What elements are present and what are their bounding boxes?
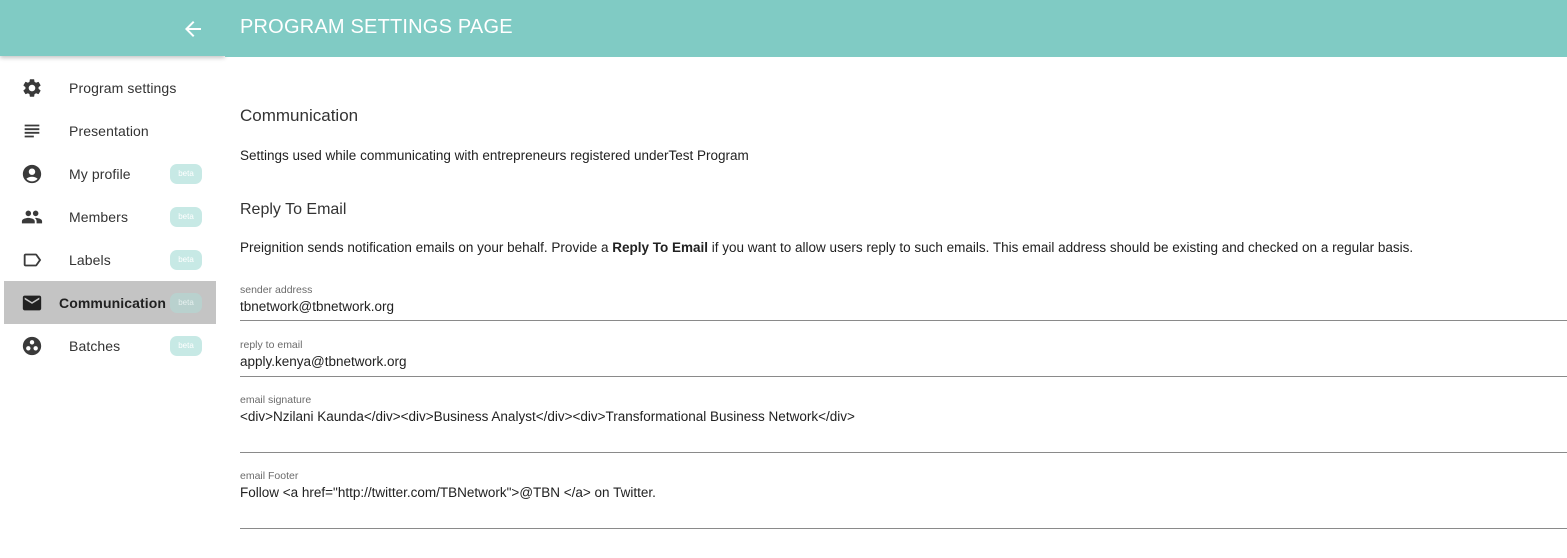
sidebar-item-my-profile[interactable]: My profile beta (0, 152, 225, 195)
sidebar-item-presentation[interactable]: Presentation (0, 109, 225, 152)
reply-to-email-input[interactable]: apply.kenya@tbnetwork.org (240, 354, 1567, 369)
field-label: email Footer (240, 470, 299, 482)
sidebar-item-communication[interactable]: Communication beta (4, 281, 216, 324)
sidebar-item-label: Labels (69, 251, 111, 268)
label-icon (20, 248, 44, 272)
section-description: Settings used while communicating with e… (240, 148, 749, 163)
email-footer-field[interactable]: email Footer Follow <a href="http://twit… (240, 470, 1567, 529)
top-app-bar: PROGRAM SETTINGS PAGE (225, 0, 1567, 57)
gear-icon (20, 76, 44, 100)
sidebar-nav: Program settings Presentation My profile… (0, 66, 225, 367)
beta-badge: beta (170, 250, 202, 270)
back-button[interactable] (181, 17, 205, 41)
field-label: reply to email (240, 339, 303, 351)
beta-badge: beta (170, 293, 202, 313)
sidebar-item-labels[interactable]: Labels beta (0, 238, 225, 281)
reply-to-email-field[interactable]: reply to email apply.kenya@tbnetwork.org (240, 339, 1567, 377)
lines-icon (20, 119, 44, 143)
sidebar-item-label: Presentation (69, 122, 149, 139)
sidebar: Program settings Presentation My profile… (0, 0, 225, 558)
sidebar-item-members[interactable]: Members beta (0, 195, 225, 238)
mail-icon (20, 291, 44, 315)
sender-address-input[interactable]: tbnetwork@tbnetwork.org (240, 299, 1567, 314)
sidebar-item-batches[interactable]: Batches beta (0, 324, 225, 367)
sidebar-item-label: Batches (69, 337, 121, 354)
sidebar-item-program-settings[interactable]: Program settings (0, 66, 225, 109)
sender-address-field[interactable]: sender address tbnetwork@tbnetwork.org (240, 284, 1567, 321)
sidebar-item-label: Members (69, 208, 129, 225)
email-signature-field[interactable]: email signature <div>Nzilani Kaunda</div… (240, 394, 1567, 453)
reply-to-email-description: Preignition sends notification emails on… (240, 240, 1413, 255)
reply-desc-bold: Reply To Email (612, 240, 708, 255)
reply-desc-text: Preignition sends notification emails on… (240, 240, 613, 255)
sidebar-item-label: Communication (59, 294, 167, 311)
beta-badge: beta (170, 336, 202, 356)
page-title: PROGRAM SETTINGS PAGE (240, 16, 513, 38)
reply-to-email-title: Reply To Email (240, 201, 347, 218)
account-circle-icon (20, 162, 44, 186)
reply-desc-text: if you want to allow users reply to such… (708, 240, 1414, 255)
beta-badge: beta (170, 164, 202, 184)
field-label: email signature (240, 394, 312, 406)
section-title: Communication (240, 106, 359, 125)
workspaces-icon (20, 334, 44, 358)
sidebar-header (0, 0, 225, 56)
arrow-back-icon (185, 21, 201, 37)
sidebar-item-label: Program settings (69, 79, 177, 96)
email-footer-textarea[interactable]: Follow <a href="http://twitter.com/TBNet… (240, 485, 1567, 500)
email-signature-textarea[interactable]: <div>Nzilani Kaunda</div><div>Business A… (240, 409, 1567, 424)
sidebar-item-label: My profile (69, 165, 131, 182)
beta-badge: beta (170, 207, 202, 227)
field-label: sender address (240, 284, 313, 296)
people-icon (20, 205, 44, 229)
